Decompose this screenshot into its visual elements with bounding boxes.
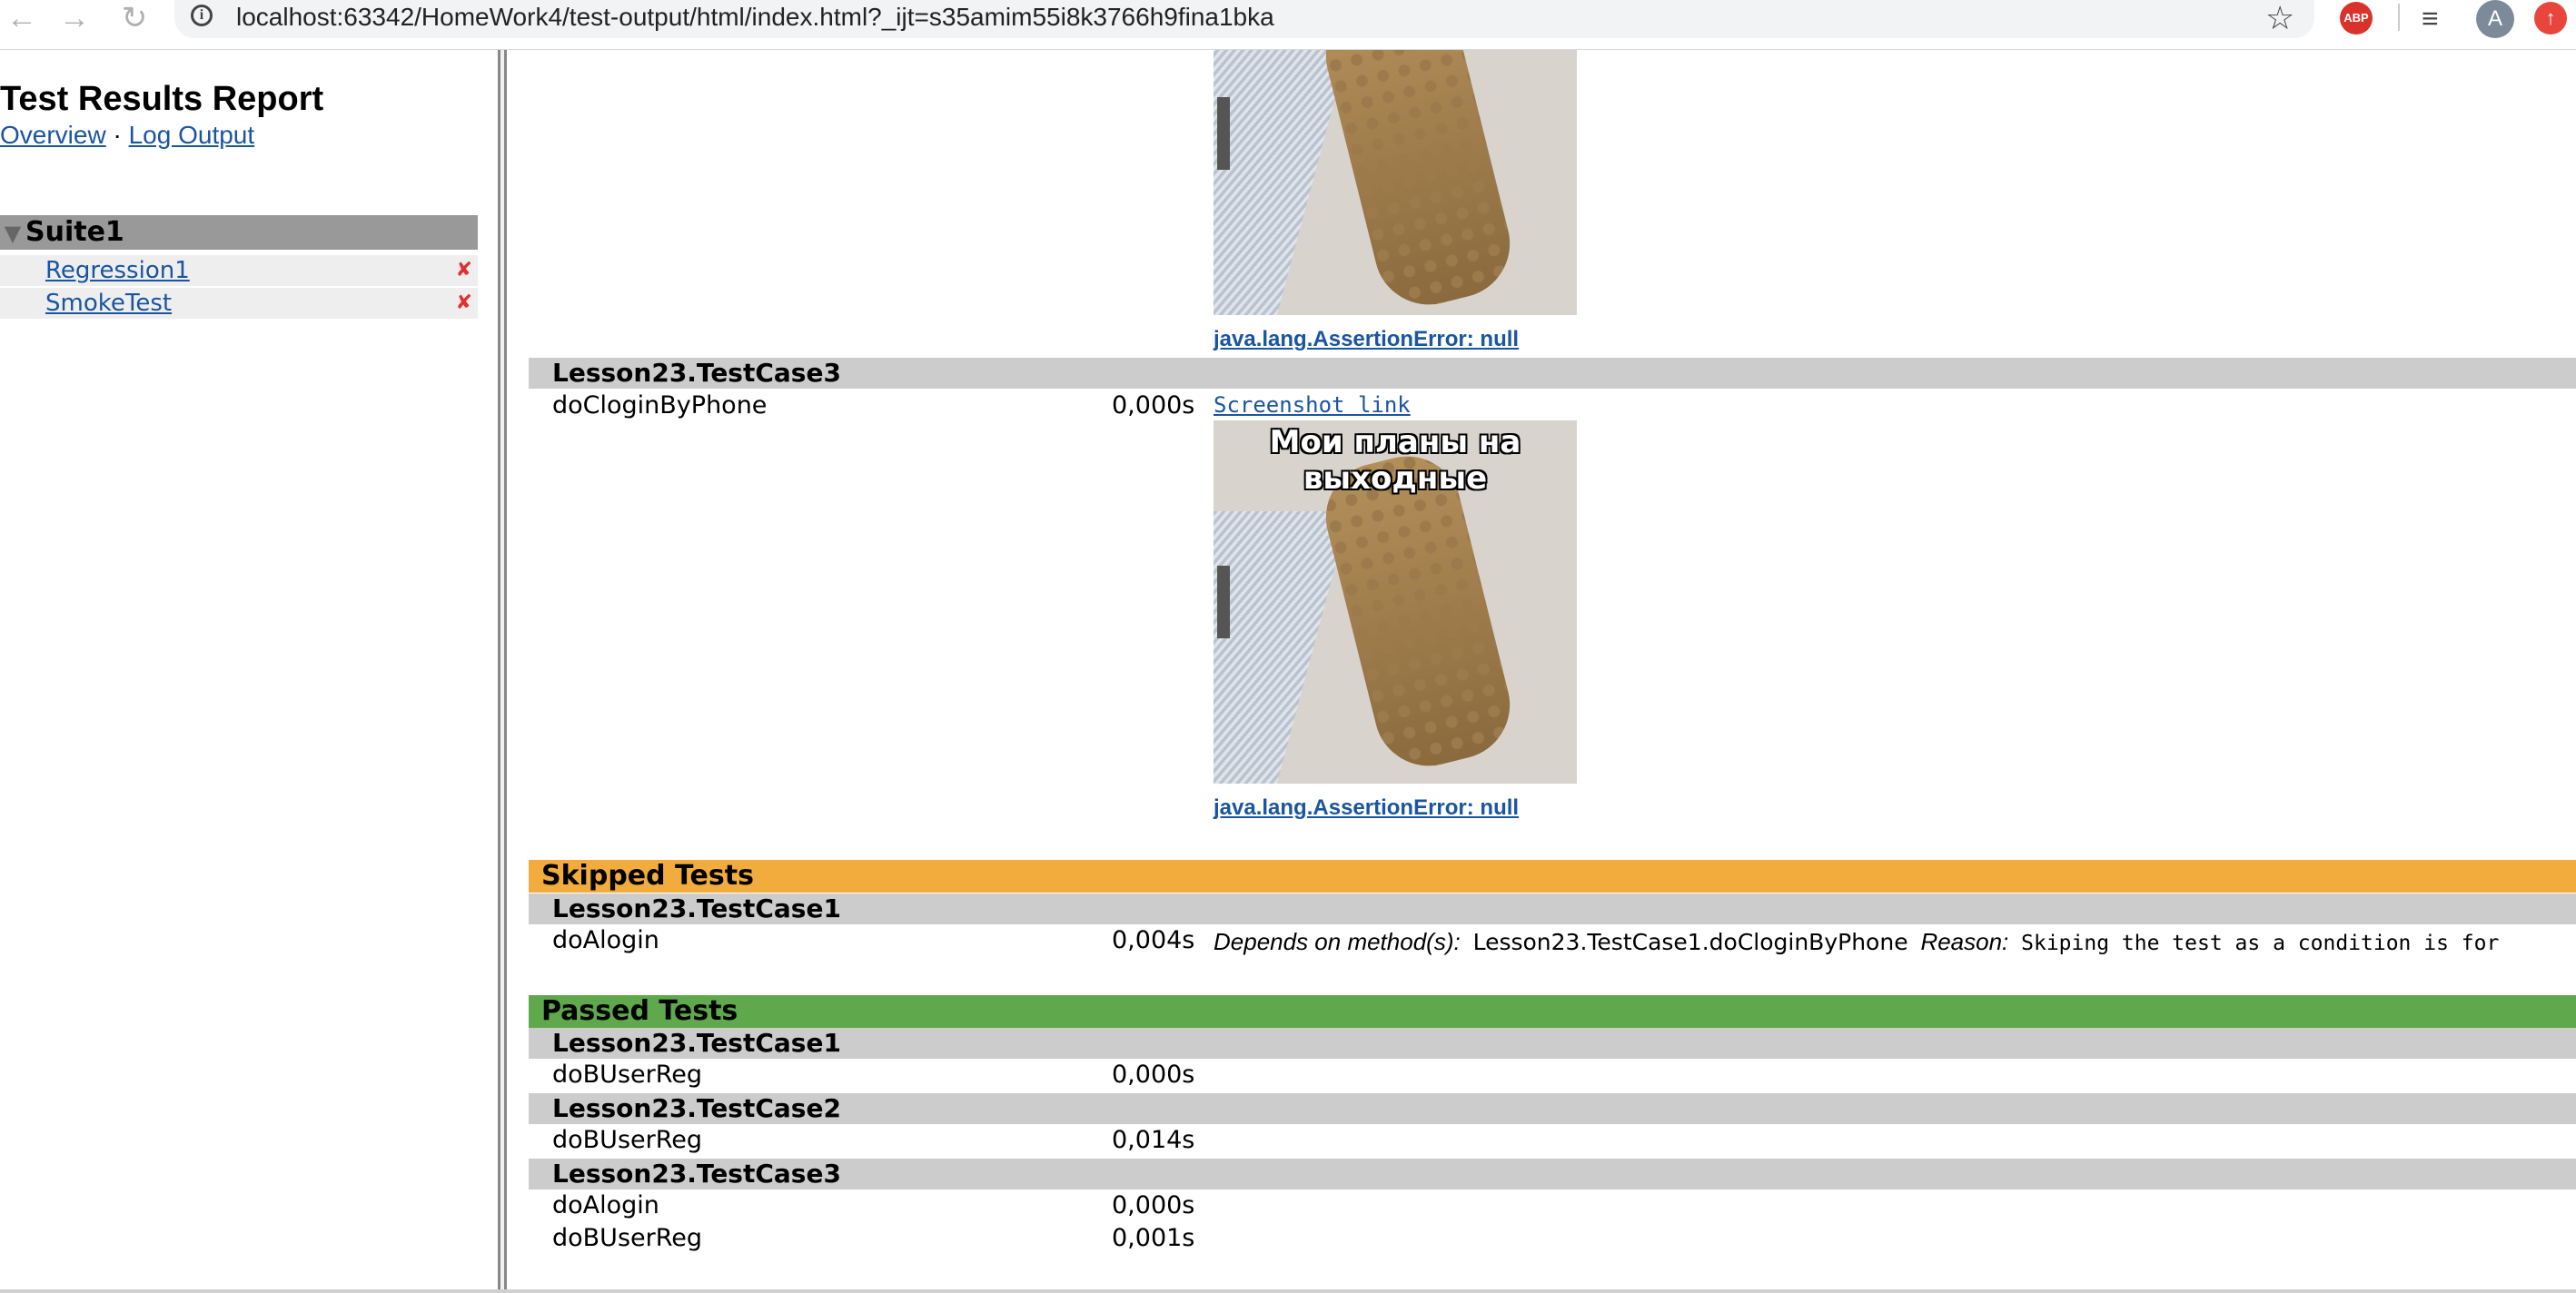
avatar[interactable]: A [2476, 0, 2514, 38]
failure-screenshot-image [1214, 50, 1577, 315]
queue-icon[interactable]: ≡ [2422, 0, 2439, 36]
class-row: Lesson23.TestCase1 [529, 893, 2576, 924]
overview-link[interactable]: Overview [0, 121, 106, 149]
test-duration: 0,004s [1112, 926, 1195, 954]
test-name: doAlogin [552, 926, 659, 954]
class-name: Lesson23.TestCase2 [552, 1093, 841, 1123]
frame-divider[interactable] [498, 50, 507, 1289]
depends-label: Depends on method(s): [1214, 928, 1461, 955]
test-row: doBUserReg 0,014s [529, 1124, 2576, 1157]
failed-x-icon: ✘ [455, 291, 472, 314]
back-icon[interactable]: ← [0, 0, 44, 36]
image-caption: Мои планы на выходные [1269, 424, 1521, 497]
suite-test-item[interactable]: Regression1 ✘ [0, 255, 478, 286]
window-bottom-edge [0, 1289, 2576, 1293]
reason-label: Reason: [1920, 928, 2009, 955]
failed-x-icon: ✘ [455, 259, 472, 281]
depends-value: Lesson23.TestCase1.doCloginByPhone [1472, 929, 1908, 955]
reload-icon[interactable]: ↻ [113, 0, 156, 36]
assertion-error-link[interactable]: java.lang.AssertionError: null [1214, 795, 1519, 822]
info-icon[interactable]: i [191, 5, 213, 26]
screenshot-link[interactable]: Screenshot link [1214, 391, 1411, 419]
assertion-error-link[interactable]: java.lang.AssertionError: null [1214, 326, 1519, 353]
passed-tests-title: Passed Tests [541, 995, 738, 1027]
star-icon[interactable]: ☆ [2265, 0, 2294, 36]
page-title: Test Results Report [0, 80, 324, 118]
test-name: doCloginByPhone [552, 391, 768, 419]
suite-test-item[interactable]: SmokeTest ✘ [0, 288, 478, 319]
test-duration: 0,000s [1112, 1061, 1195, 1089]
test-row: doAlogin 0,000s [529, 1189, 2576, 1222]
url-text[interactable]: localhost:63342/HomeWork4/test-output/ht… [236, 0, 1274, 35]
test-duration: 0,001s [1112, 1224, 1195, 1252]
reason-value: Skiping the test as a condition is for [2021, 932, 2500, 955]
class-row: Lesson23.TestCase3 [529, 1159, 2576, 1189]
class-name: Lesson23.TestCase3 [552, 1159, 841, 1189]
test-row: doCloginByPhone 0,000s [529, 390, 2576, 422]
skipped-tests-header: Skipped Tests [529, 860, 2576, 893]
class-name: Lesson23.TestCase3 [552, 358, 841, 388]
class-row: Lesson23.TestCase2 [529, 1093, 2576, 1124]
class-name: Lesson23.TestCase1 [552, 893, 841, 923]
skipped-tests-title: Skipped Tests [541, 860, 754, 892]
toolbar-separator [2398, 4, 2400, 31]
class-row: Lesson23.TestCase1 [529, 1028, 2576, 1059]
suite-name: Suite1 [25, 216, 124, 248]
test-name: doBUserReg [552, 1061, 703, 1089]
failure-screenshot-image: Мои планы на выходные [1214, 420, 1577, 784]
test-link-smoketest[interactable]: SmokeTest [45, 288, 172, 319]
link-separator: · [113, 121, 122, 149]
test-row: doBUserReg 0,001s [529, 1222, 2576, 1255]
test-name: doAlogin [552, 1191, 659, 1219]
passed-tests-header: Passed Tests [529, 995, 2576, 1028]
report-links: Overview · Log Output [0, 117, 254, 153]
update-icon[interactable]: ↑ [2534, 2, 2567, 35]
test-name: doBUserReg [552, 1224, 703, 1252]
test-name: doBUserReg [552, 1126, 703, 1154]
report-navigation: Test Results Report Overview · Log Outpu… [0, 50, 498, 1289]
skip-reason: Depends on method(s): Lesson23.TestCase1… [1214, 925, 2499, 960]
test-duration: 0,000s [1112, 1191, 1195, 1219]
test-duration: 0,014s [1112, 1126, 1195, 1154]
collapse-triangle-icon[interactable]: ▼ [0, 216, 25, 251]
address-bar[interactable]: i localhost:63342/HomeWork4/test-output/… [174, 0, 2314, 38]
test-row: doBUserReg 0,000s [529, 1059, 2576, 1091]
log-output-link[interactable]: Log Output [129, 121, 255, 149]
suite-header[interactable]: ▼ Suite1 [0, 215, 478, 250]
class-row: Lesson23.TestCase3 [529, 358, 2576, 389]
adblock-icon[interactable]: ABP [2340, 2, 2373, 35]
test-link-regression1[interactable]: Regression1 [45, 255, 190, 286]
class-name: Lesson23.TestCase1 [552, 1028, 841, 1058]
results-content: java.lang.AssertionError: null Lesson23.… [507, 50, 2576, 1289]
browser-toolbar: ← → ↻ i localhost:63342/HomeWork4/test-o… [0, 0, 2576, 50]
test-duration: 0,000s [1112, 391, 1195, 419]
forward-icon[interactable]: → [53, 0, 96, 36]
